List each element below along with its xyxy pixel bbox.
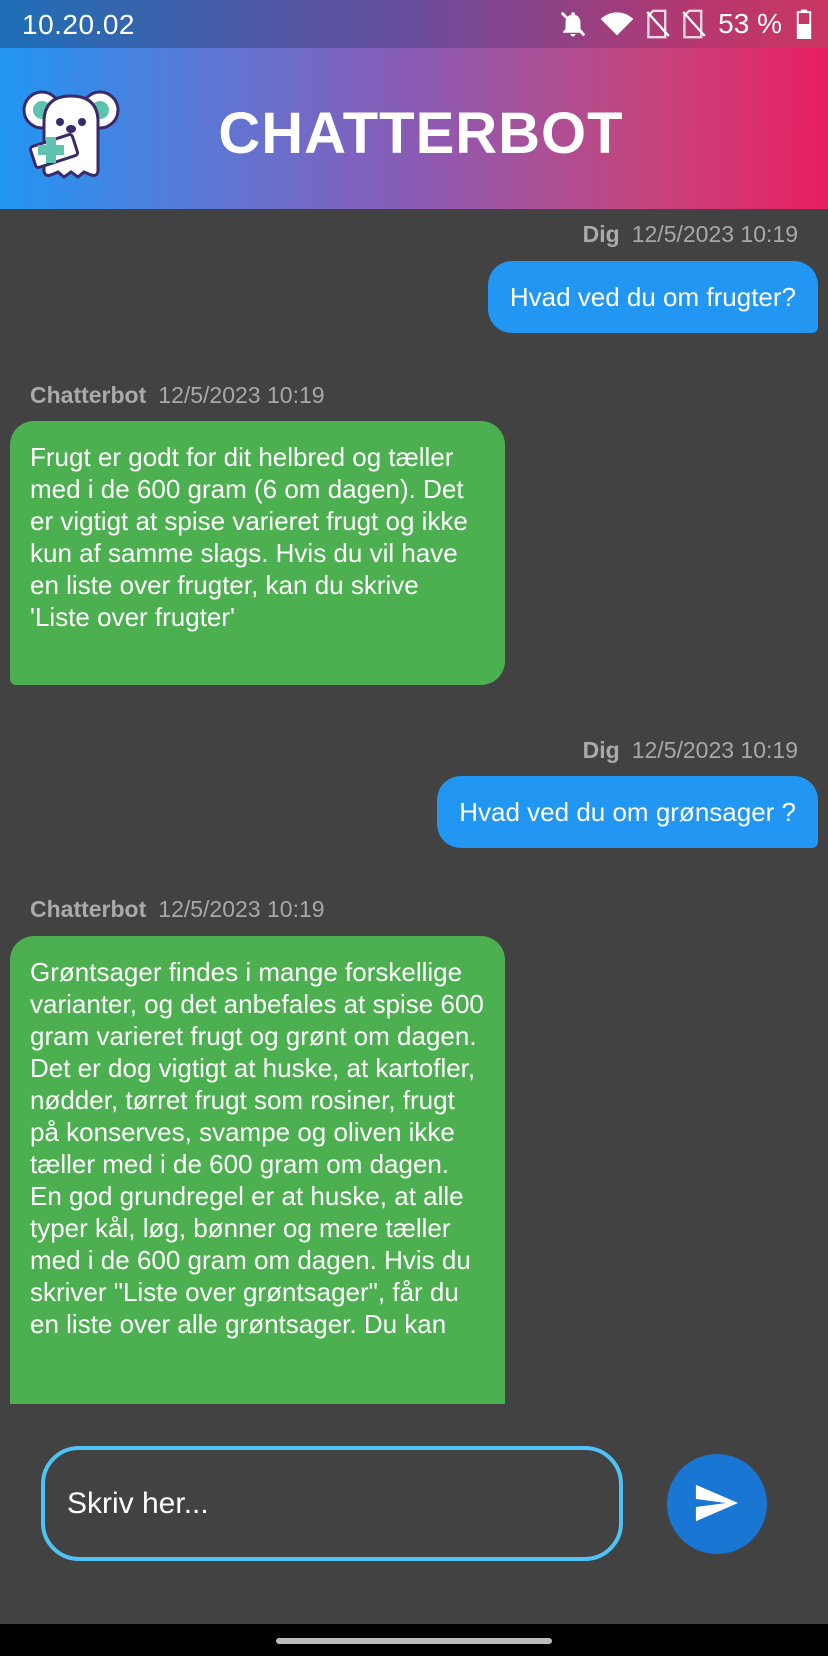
- message-sender: Chatterbot: [30, 896, 147, 922]
- battery-percentage: 53 %: [718, 8, 782, 39]
- home-gesture-handle[interactable]: [276, 1638, 552, 1644]
- message-text: Hvad ved du om frugter?: [509, 281, 796, 312]
- app-title: CHATTERBOT: [218, 101, 624, 166]
- message-text: Frugt er godt for dit helbred og tæller …: [30, 442, 468, 632]
- message-sender: Dig: [582, 221, 620, 247]
- message-meta: Dig 12/5/2023 10:19: [583, 221, 798, 248]
- message-meta: Chatterbot 12/5/2023 10:19: [30, 896, 325, 923]
- no-sim-icon: [682, 9, 706, 39]
- message-meta: Dig 12/5/2023 10:19: [583, 737, 798, 764]
- send-icon: [694, 1483, 740, 1526]
- screen: 10.20.02 53 % CHATTERBOT Dig 12/5/2023 1…: [0, 0, 828, 1656]
- user-message-bubble: Hvad ved du om frugter?: [487, 261, 818, 333]
- bot-message-bubble: Grøntsager findes i mange forskellige va…: [10, 936, 505, 1404]
- send-button[interactable]: [667, 1454, 767, 1554]
- message-meta: Chatterbot 12/5/2023 10:19: [30, 382, 325, 409]
- no-sim-icon: [646, 9, 670, 39]
- message-sender: Dig: [582, 737, 620, 763]
- battery-icon: [796, 9, 812, 39]
- message-composer: [0, 1404, 828, 1624]
- bot-message-bubble: Frugt er godt for dit helbred og tæller …: [10, 421, 505, 685]
- message-input[interactable]: [41, 1446, 623, 1561]
- message-time: 12/5/2023 10:19: [631, 221, 798, 247]
- chat-messages[interactable]: Dig 12/5/2023 10:19 Hvad ved du om frugte…: [0, 209, 828, 1404]
- message-sender: Chatterbot: [30, 382, 147, 408]
- status-bar: 10.20.02 53 %: [0, 0, 828, 48]
- message-time: 12/5/2023 10:19: [631, 737, 798, 763]
- wifi-icon: [600, 9, 634, 39]
- system-navigation-bar: [0, 1624, 828, 1656]
- app-header: CHATTERBOT: [0, 48, 828, 209]
- message-time: 12/5/2023 10:19: [158, 382, 325, 408]
- message-time: 12/5/2023 10:19: [158, 896, 325, 922]
- user-message-bubble: Hvad ved du om grønsager ?: [437, 776, 818, 848]
- status-time: 10.20.02: [22, 9, 135, 40]
- message-text: Hvad ved du om grønsager ?: [459, 796, 796, 827]
- bell-off-icon: [558, 9, 588, 39]
- message-text: Grøntsager findes i mange forskellige va…: [30, 957, 484, 1339]
- status-icons: 53 %: [558, 8, 812, 40]
